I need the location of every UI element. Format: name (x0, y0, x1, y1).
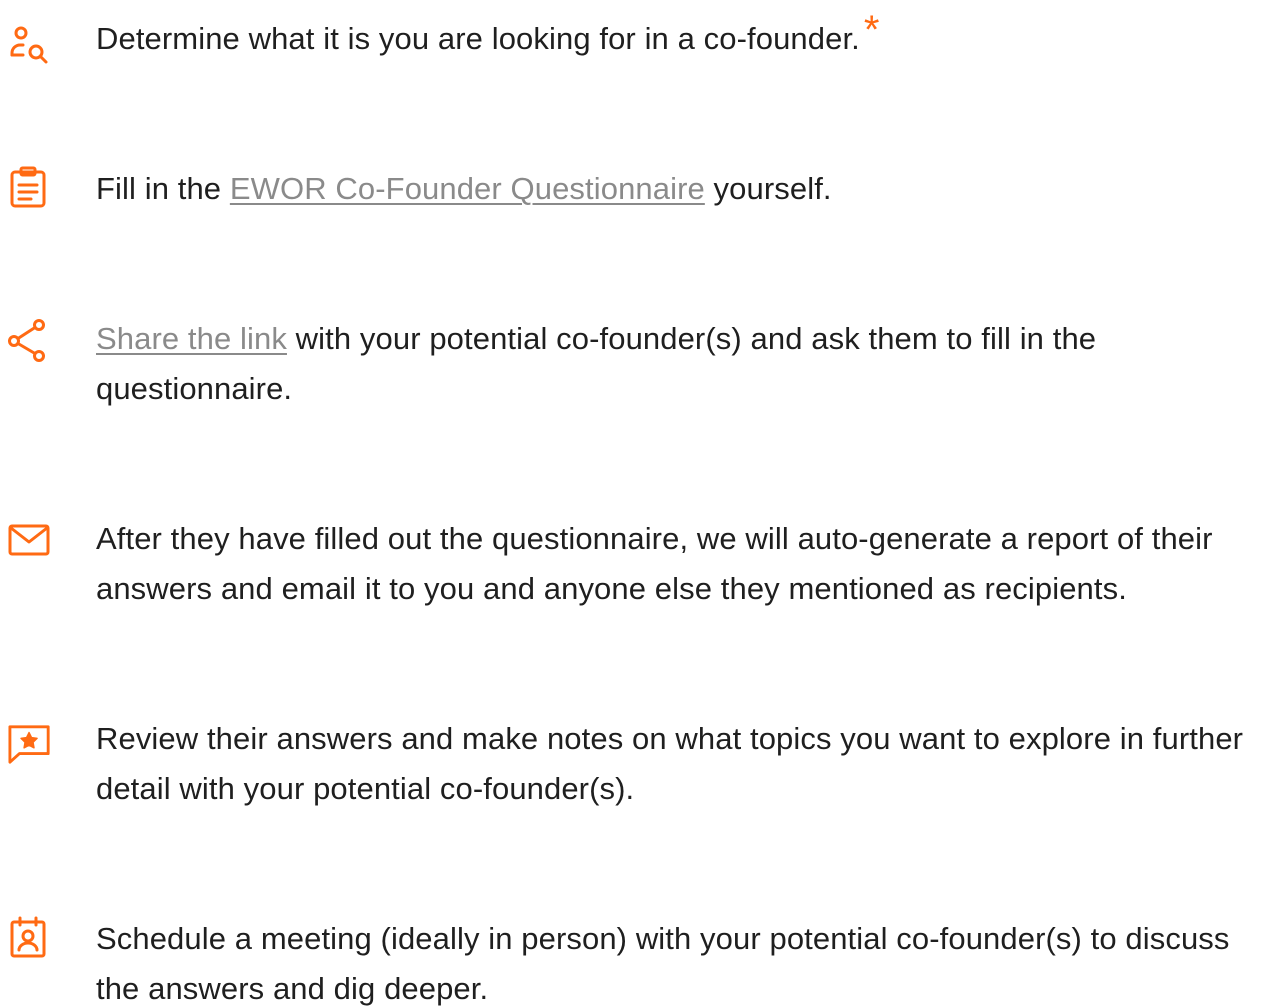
required-marker: * (863, 8, 880, 52)
step-3-text: Share the link with your potential co-fo… (96, 314, 1271, 414)
step-2-before: Fill in the (96, 171, 230, 206)
questionnaire-link[interactable]: EWOR Co-Founder Questionnaire (230, 171, 705, 206)
step-1-text: Determine what it is you are looking for… (96, 10, 1271, 64)
step-1-label: Determine what it is you are looking for… (96, 21, 860, 56)
step-5-text: Review their answers and make notes on w… (96, 721, 1244, 806)
step-4-text: After they have filled out the questionn… (96, 521, 1213, 606)
clipboard-icon (8, 166, 52, 210)
star-message-icon (8, 722, 52, 766)
calendar-user-icon (8, 916, 52, 960)
step-2-text: Fill in the EWOR Co-Founder Questionnair… (96, 164, 1271, 214)
share-icon (8, 318, 52, 362)
step-2-after: yourself. (704, 171, 832, 206)
step-6-text: Schedule a meeting (ideally in person) w… (96, 921, 1230, 1006)
user-search-icon (8, 22, 52, 66)
share-link[interactable]: Share the link (96, 321, 287, 356)
mail-icon (8, 522, 52, 566)
